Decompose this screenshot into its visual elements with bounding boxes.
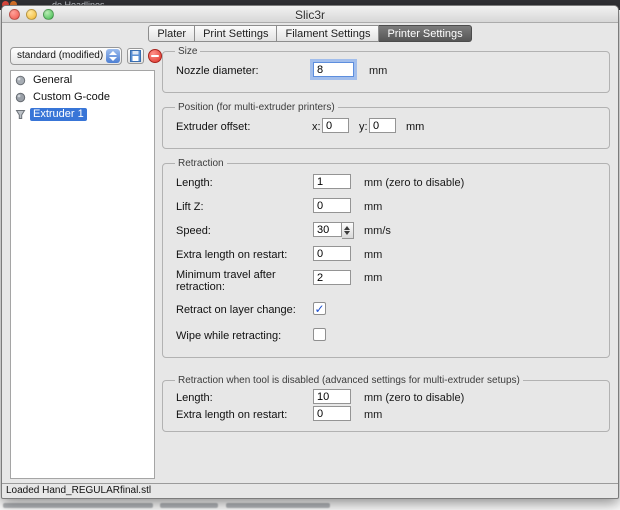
setting-row: Minimum travel after retraction: mm xyxy=(173,269,599,300)
background-page-bottom xyxy=(0,499,620,510)
setting-row: Extruder offset: x: y: mm xyxy=(173,117,599,141)
length-unit: mm (zero to disable) xyxy=(364,177,465,189)
extruder-icon xyxy=(15,110,26,119)
speed-unit: mm/s xyxy=(364,225,391,237)
offset-x-input[interactable] xyxy=(322,118,349,133)
setting-row: Lift Z: mm xyxy=(173,197,599,221)
min-travel-unit: mm xyxy=(364,272,383,284)
setting-row: Extra length on restart: mm xyxy=(173,245,599,269)
window-title: Slic3r xyxy=(294,8,325,22)
tree-item-general[interactable]: General xyxy=(15,73,154,88)
t1-length-unit: mm (zero to disable) xyxy=(364,392,465,404)
length-input[interactable] xyxy=(313,174,351,189)
retraction-group-legend: Retraction xyxy=(178,158,224,169)
tab-bar: Plater Print Settings Filament Settings … xyxy=(2,25,618,46)
preset-dropdown-value: standard (modified) xyxy=(17,50,104,61)
tab-filament-settings[interactable]: Filament Settings xyxy=(277,25,380,42)
setting-row: Extra length on restart: mm xyxy=(173,406,599,424)
stepper-buttons[interactable] xyxy=(342,222,354,239)
size-group-legend: Size xyxy=(178,46,198,57)
lift-z-label: Lift Z: xyxy=(176,201,204,213)
retraction-group: Retraction Length: mm (zero to disable) … xyxy=(162,158,610,358)
preset-dropdown[interactable]: standard (modified) xyxy=(10,47,122,65)
general-icon xyxy=(15,75,26,86)
t1-extra-length-label: Extra length on restart: xyxy=(176,409,288,421)
tab-print-settings[interactable]: Print Settings xyxy=(195,25,278,42)
tree-item-label: General xyxy=(33,74,73,86)
t1-extra-length-input[interactable] xyxy=(313,406,351,421)
nozzle-diameter-unit: mm xyxy=(369,65,388,77)
tree-item-label: Extruder 1 xyxy=(30,108,87,121)
tree-item-label: Custom G-code xyxy=(33,91,111,103)
lift-z-input[interactable] xyxy=(313,198,351,213)
min-travel-input[interactable] xyxy=(313,270,351,285)
screenshot-stage: de Headlines Slic3r Plater Print Setting… xyxy=(0,0,620,510)
size-group: Size Nozzle diameter: mm xyxy=(162,46,610,93)
titlebar: Slic3r xyxy=(2,6,618,23)
offset-y-input[interactable] xyxy=(369,118,396,133)
background-text-blur xyxy=(3,503,153,508)
speed-input[interactable] xyxy=(313,222,342,237)
retract-layer-change-label: Retract on layer change: xyxy=(176,304,296,316)
offset-y-label: y: xyxy=(359,121,368,133)
dropdown-arrows-icon xyxy=(106,49,120,63)
status-text: Loaded Hand_REGULARfinal.stl xyxy=(6,485,152,496)
setting-row: Length: mm (zero to disable) xyxy=(173,173,599,197)
speed-label: Speed: xyxy=(176,225,211,237)
t1-length-input[interactable] xyxy=(313,389,351,404)
nozzle-diameter-label: Nozzle diameter: xyxy=(176,65,259,77)
setting-row: Wipe while retracting: xyxy=(173,326,599,350)
status-bar: Loaded Hand_REGULARfinal.stl xyxy=(2,483,618,498)
background-text-blur xyxy=(226,503,330,508)
extruder-offset-label: Extruder offset: xyxy=(176,121,251,133)
setting-row: Speed: mm/s xyxy=(173,221,599,245)
delete-preset-button[interactable] xyxy=(148,49,162,63)
extra-length-unit: mm xyxy=(364,249,383,261)
settings-tree: General Custom G-code Extruder 1 xyxy=(10,70,155,479)
retraction-disabled-group: Retraction when tool is disabled (advanc… xyxy=(162,375,610,432)
setting-row: Retract on layer change: ✓ xyxy=(173,300,599,326)
extra-length-label: Extra length on restart: xyxy=(176,249,288,261)
offset-x-label: x: xyxy=(312,121,321,133)
custom-gcode-icon xyxy=(15,92,26,103)
stepper-up-icon xyxy=(344,226,350,230)
background-text-blur xyxy=(160,503,218,508)
position-group-legend: Position (for multi-extruder printers) xyxy=(178,102,335,113)
tree-item-extruder-1[interactable]: Extruder 1 xyxy=(15,107,154,122)
printer-settings-panel: Size Nozzle diameter: mm Position (for m… xyxy=(162,46,610,479)
t1-length-label: Length: xyxy=(176,392,213,404)
t1-extra-length-unit: mm xyxy=(364,409,383,421)
retract-layer-change-checkbox[interactable]: ✓ xyxy=(313,302,326,315)
position-group: Position (for multi-extruder printers) E… xyxy=(162,102,610,149)
offset-unit: mm xyxy=(406,121,425,133)
extra-length-input[interactable] xyxy=(313,246,351,261)
wipe-while-retracting-label: Wipe while retracting: xyxy=(176,330,282,342)
save-preset-button[interactable] xyxy=(127,48,144,64)
tree-item-custom-gcode[interactable]: Custom G-code xyxy=(15,90,154,105)
setting-row: Length: mm (zero to disable) xyxy=(173,389,599,407)
setting-row: Nozzle diameter: mm xyxy=(173,61,599,85)
save-icon xyxy=(130,50,141,62)
speed-spinner xyxy=(313,222,354,239)
nozzle-diameter-input[interactable] xyxy=(313,62,354,77)
tab-plater[interactable]: Plater xyxy=(148,25,196,42)
stepper-down-icon xyxy=(344,231,350,235)
wipe-while-retracting-checkbox[interactable] xyxy=(313,328,326,341)
slic3r-window: Slic3r Plater Print Settings Filament Se… xyxy=(1,5,619,499)
length-label: Length: xyxy=(176,177,213,189)
tab-printer-settings[interactable]: Printer Settings xyxy=(379,25,472,42)
min-travel-label: Minimum travel after retraction: xyxy=(176,269,276,293)
retraction-disabled-legend: Retraction when tool is disabled (advanc… xyxy=(178,375,520,386)
lift-z-unit: mm xyxy=(364,201,383,213)
